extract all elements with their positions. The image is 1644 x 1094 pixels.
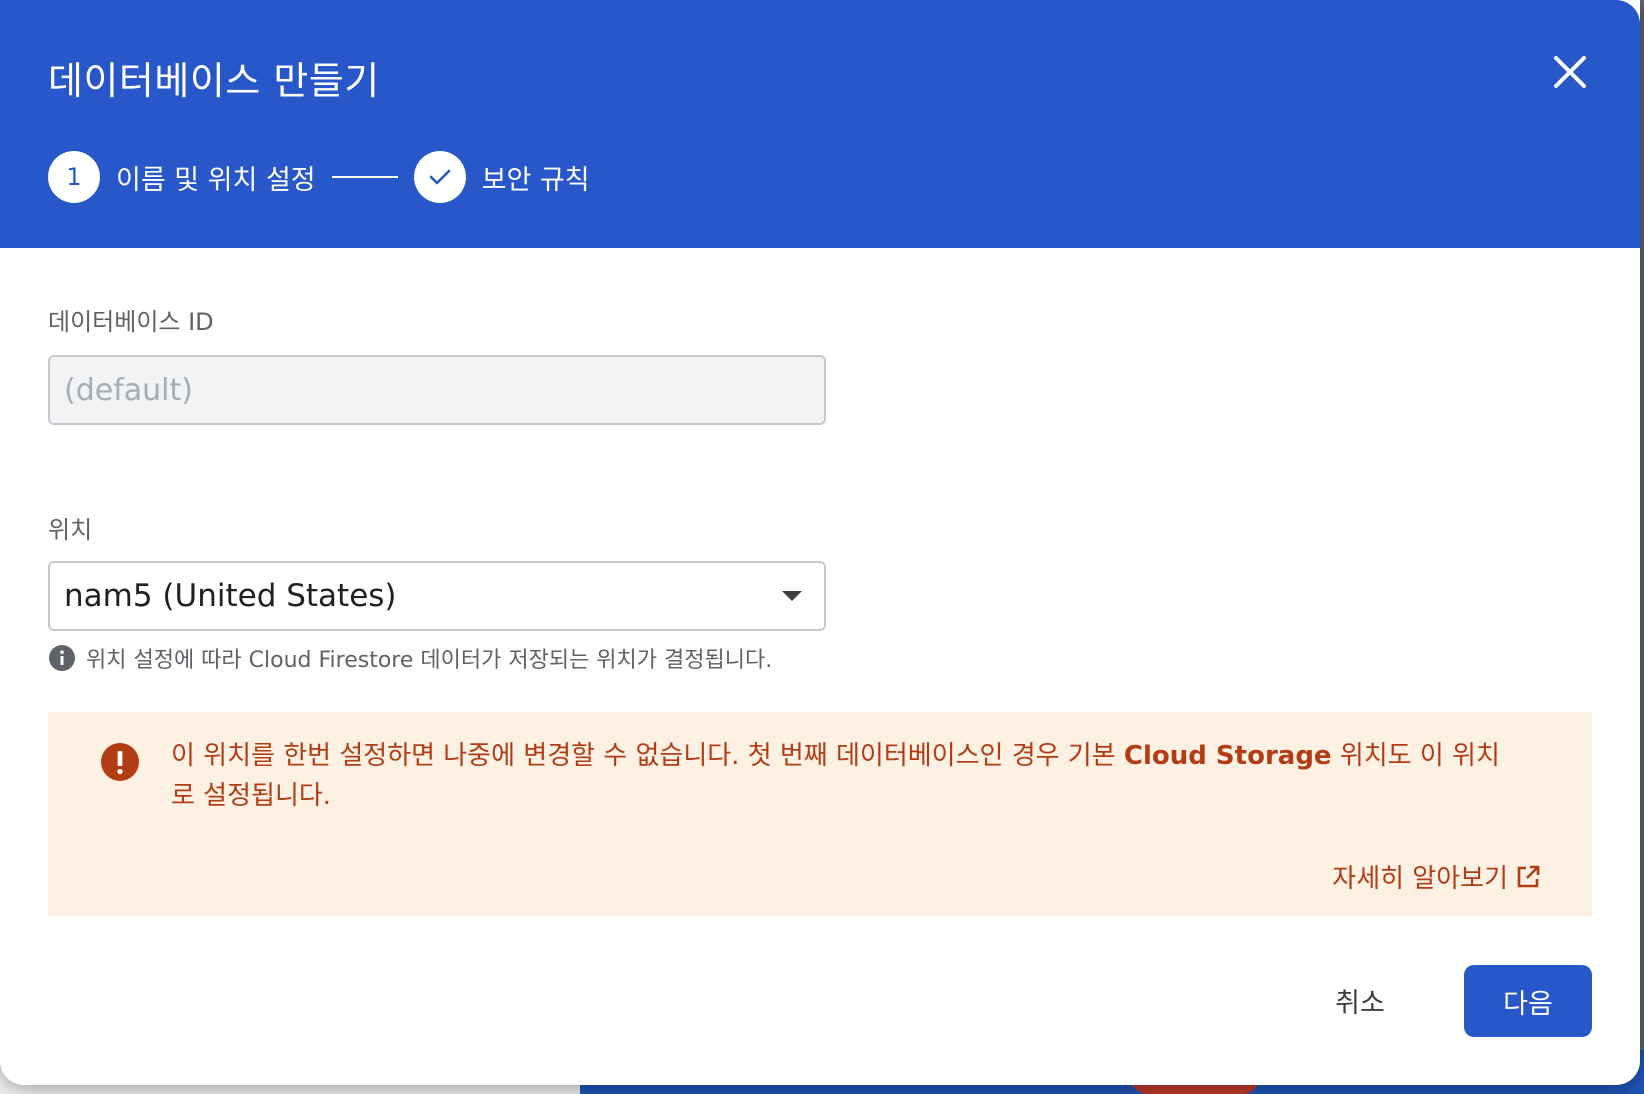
close-button[interactable] xyxy=(1548,50,1592,94)
next-button[interactable]: 다음 xyxy=(1464,965,1592,1037)
chevron-down-icon xyxy=(782,591,802,601)
open-in-new-icon xyxy=(1517,865,1540,887)
database-id-input[interactable] xyxy=(48,355,826,425)
step-connector xyxy=(331,176,398,178)
database-id-label: 데이터베이스 ID xyxy=(48,308,214,336)
warning-banner: 이 위치를 한번 설정하면 나중에 변경할 수 없습니다. 첫 번째 데이터베이… xyxy=(48,712,1592,916)
warning-text-bold: Cloud Storage xyxy=(1123,741,1332,771)
location-select[interactable]: nam5 (United States) xyxy=(48,561,826,631)
warning-text: 이 위치를 한번 설정하면 나중에 변경할 수 없습니다. 첫 번째 데이터베이… xyxy=(171,736,1506,816)
learn-more-label: 자세히 알아보기 xyxy=(1332,864,1508,894)
create-database-dialog: 데이터베이스 만들기 1 이름 및 위치 설정 보안 규칙 데이터베이스 ID … xyxy=(0,0,1640,1085)
check-icon xyxy=(429,169,450,185)
learn-more-link[interactable]: 자세히 알아보기 xyxy=(1332,858,1542,895)
error-icon xyxy=(101,743,139,781)
location-hint-text: 위치 설정에 따라 Cloud Firestore 데이터가 저장되는 위치가 … xyxy=(86,648,773,673)
dialog-header: 데이터베이스 만들기 1 이름 및 위치 설정 보안 규칙 xyxy=(0,0,1640,248)
step-2-label: 보안 규칙 xyxy=(481,164,590,196)
close-icon xyxy=(1554,56,1586,88)
cancel-button[interactable]: 취소 xyxy=(1300,965,1420,1035)
info-icon xyxy=(49,645,75,671)
stepper: 1 이름 및 위치 설정 보안 규칙 xyxy=(48,151,590,203)
location-selected-value: nam5 (United States) xyxy=(64,578,397,614)
warning-text-before: 이 위치를 한번 설정하면 나중에 변경할 수 없습니다. 첫 번째 데이터베이… xyxy=(171,741,1124,771)
step-1-label: 이름 및 위치 설정 xyxy=(116,164,316,196)
location-hint: 위치 설정에 따라 Cloud Firestore 데이터가 저장되는 위치가 … xyxy=(48,642,772,674)
step-1-indicator: 1 xyxy=(48,151,100,203)
location-label: 위치 xyxy=(48,516,93,544)
dialog-title: 데이터베이스 만들기 xyxy=(48,59,380,103)
step-2-indicator xyxy=(413,151,466,203)
